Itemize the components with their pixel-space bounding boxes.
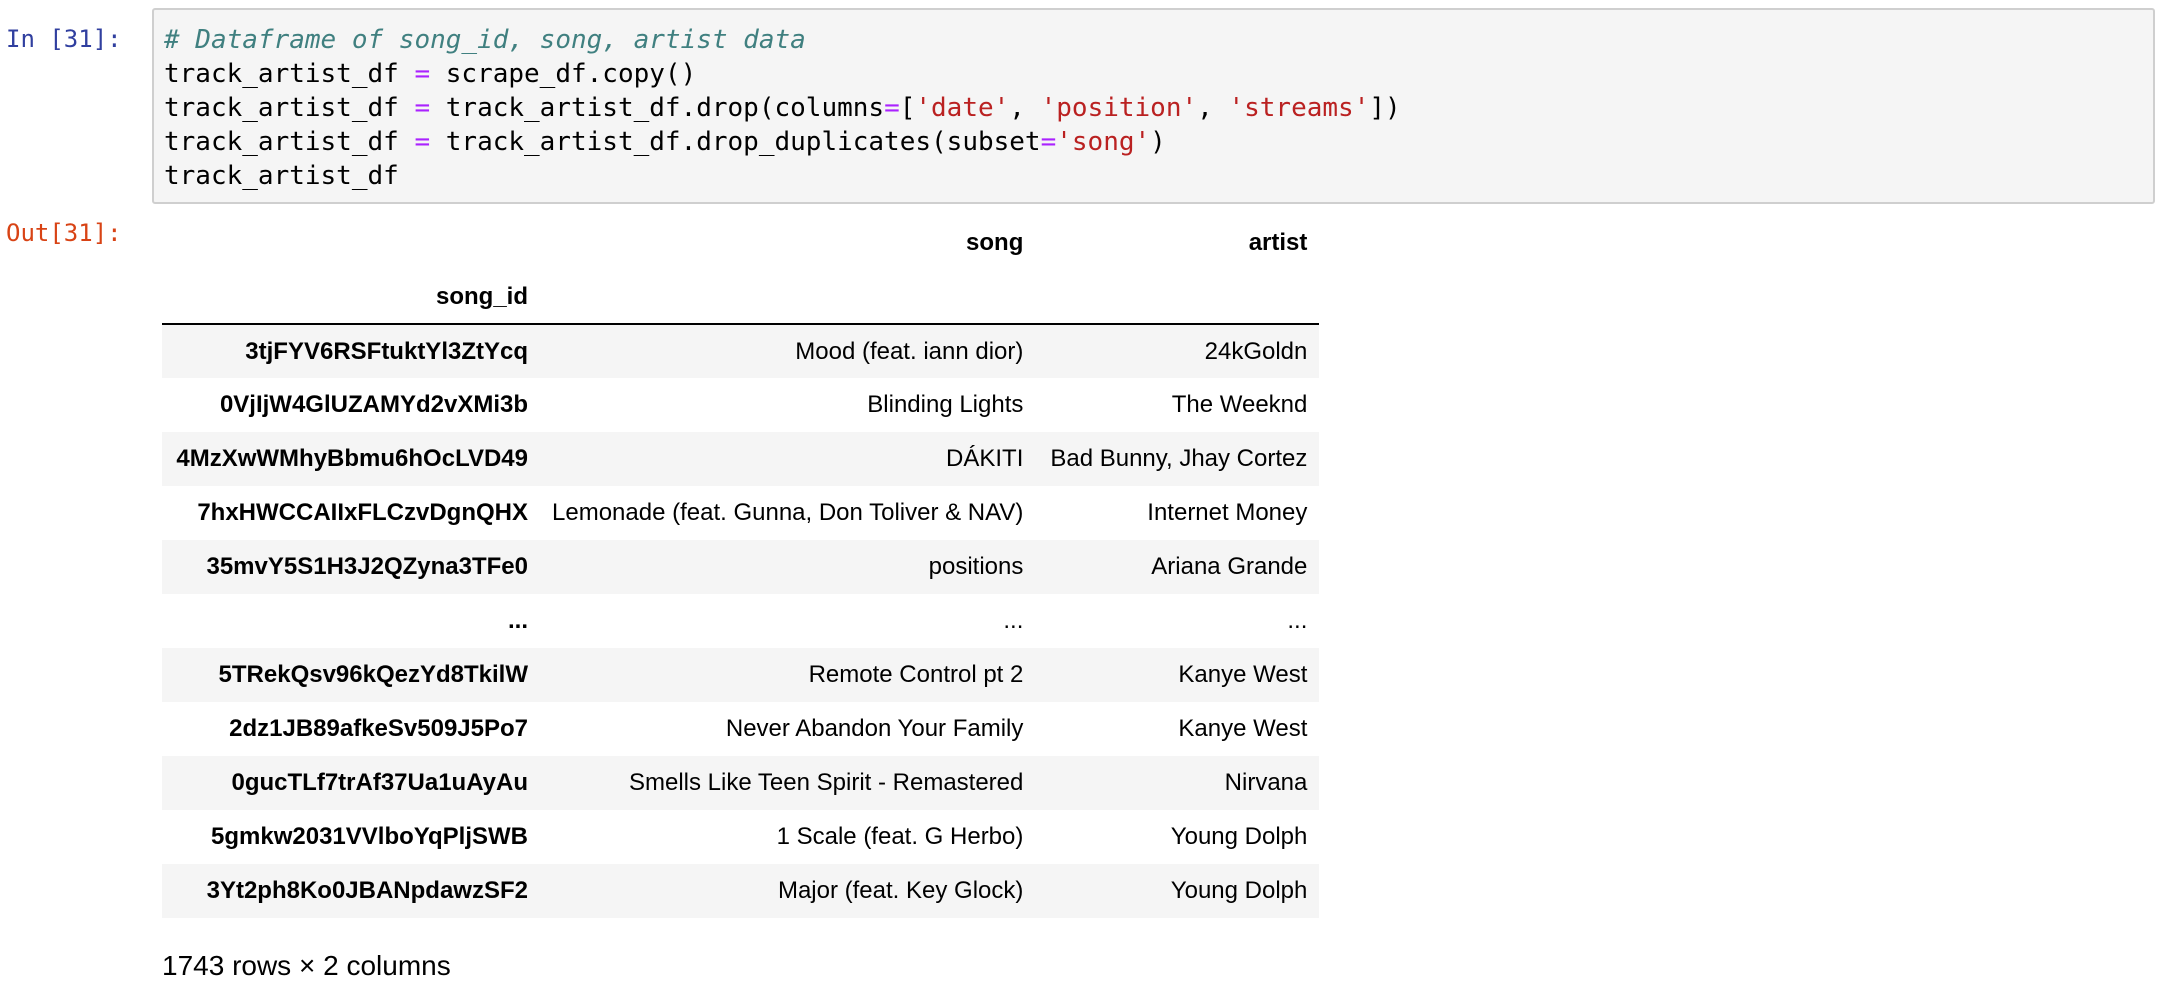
index-name: song_id [162, 270, 540, 325]
code-line: track_artist_df = scrape_df.copy() [164, 57, 2143, 91]
code-token: = [884, 93, 900, 123]
code-line: track_artist_df [164, 159, 2143, 193]
row-index-song-id: 7hxHWCCAIIxFLCzvDgnQHX [197, 499, 528, 526]
code-token: track_artist_df [164, 161, 399, 191]
code-token: 'streams' [1228, 93, 1370, 123]
table-row: ......... [162, 594, 1319, 648]
input-prompt: In [31]: [6, 25, 122, 53]
code-token: track_artist_df [164, 127, 415, 157]
cell-artist: The Weeknd [1171, 391, 1308, 418]
code-token: track_artist_df.drop_duplicates(subset [430, 127, 1041, 157]
cell-song: Remote Control pt 2 [808, 661, 1024, 688]
cell-song: Blinding Lights [867, 391, 1024, 418]
code-token: = [414, 93, 431, 123]
cell-artist: Young Dolph [1170, 823, 1308, 850]
index-name-row: song_id [162, 270, 1320, 325]
table-row: 7hxHWCCAIIxFLCzvDgnQHX Lemonade (feat. Gu… [162, 486, 1319, 540]
code-token: # Dataframe of song_id, song, artist dat… [164, 25, 806, 55]
row-index-song-id: 3tjFYV6RSFtuktYl3ZtYcq [245, 337, 528, 365]
code-token: , [1197, 93, 1229, 123]
table-row: 3Yt2ph8Ko0JBANpdawzSF2 Major (feat. Key G… [162, 864, 1320, 918]
row-index-song-id: ... [507, 607, 528, 634]
code-token: track_artist_df.drop(columns [430, 93, 885, 123]
table-row: 4MzXwWMhyBbmu6hOcLVD49 DÁKITI Bad Bunny, J… [162, 432, 1320, 486]
table-row: 5gmkw2031VVlboYqPljSWB 1 Scale (feat. G H… [162, 810, 1319, 864]
cell-artist: 24kGoldn [1204, 337, 1308, 365]
code-token: = [414, 127, 431, 157]
column-header-row: song artist [162, 216, 1319, 270]
cell-song: Mood (feat. iann dior) [795, 337, 1024, 365]
cell-artist: Bad Bunny, Jhay Cortez [1050, 445, 1308, 472]
cell-song: 1 Scale (feat. G Herbo) [776, 823, 1024, 850]
cell-artist: Kanye West [1178, 715, 1308, 742]
code-cell-input[interactable]: # Dataframe of song_id, song, artist dat… [152, 8, 2155, 204]
code-token: = [414, 59, 431, 89]
table-row: 0gucTLf7trAf37Ua1uAyAu Smells Like Teen S… [162, 756, 1320, 810]
row-index-song-id: 5TRekQsv96kQezYd8TkilW [218, 661, 528, 688]
table-row: 5TRekQsv96kQezYd8TkilW Remote Control pt … [162, 648, 1320, 702]
cell-artist: Kanye West [1178, 661, 1308, 688]
cell-song: ... [1003, 607, 1024, 634]
cell-artist: Young Dolph [1170, 877, 1308, 904]
row-index-song-id: 5gmkw2031VVlboYqPljSWB [211, 823, 528, 850]
code-line: track_artist_df = track_artist_df.drop(c… [164, 91, 2143, 125]
cell-song: positions [928, 553, 1024, 580]
cell-song: DÁKITI [946, 445, 1024, 472]
code-token: scrape_df.copy() [430, 59, 697, 89]
table-row: 3tjFYV6RSFtuktYl3ZtYcq Mood (feat. iann d… [162, 324, 1320, 378]
cell-artist: ... [1287, 607, 1308, 634]
code-line: track_artist_df = track_artist_df.drop_d… [164, 125, 2143, 159]
code-token: track_artist_df [164, 93, 415, 123]
dataframe-shape: 1743 rows × 2 columns [162, 950, 451, 981]
code-token: [ [899, 93, 916, 123]
output-prompt: Out[31]: [6, 219, 122, 247]
code-token: 'song' [1056, 127, 1151, 157]
code-token: = [1040, 127, 1057, 157]
table-row: 0VjIjW4GlUZAMYd2vXMi3b Blinding Lights The… [162, 378, 1319, 432]
cell-song: Smells Like Teen Spirit - Remastered [628, 769, 1024, 796]
code-token: track_artist_df [164, 59, 415, 89]
code-token: ) [1150, 127, 1166, 157]
table-row: 35mvY5S1H3J2QZyna3TFe0 positions Ariana Gr… [162, 540, 1320, 594]
index-name-blank [1035, 270, 1320, 325]
row-index-song-id: 4MzXwWMhyBbmu6hOcLVD49 [176, 445, 528, 472]
code-token: , [1009, 93, 1041, 123]
index-header-blank [162, 216, 540, 270]
cell-song: Lemonade (feat. Gunna, Don Toliver & NAV… [552, 499, 1024, 526]
code-token: ]) [1369, 93, 1401, 123]
row-index-song-id: 35mvY5S1H3J2QZyna3TFe0 [206, 553, 528, 580]
row-index-song-id: 2dz1JB89afkeSv509J5Po7 [229, 715, 528, 742]
code-token: 'date' [915, 93, 1010, 123]
dataframe-output: song artist song_id 3tjFYV6RSFtuktYl3ZtY… [162, 216, 1320, 918]
dataframe-table: song artist song_id 3tjFYV6RSFtuktYl3ZtY… [162, 216, 1320, 918]
row-index-song-id: 0gucTLf7trAf37Ua1uAyAu [231, 769, 529, 796]
row-index-song-id: 0VjIjW4GlUZAMYd2vXMi3b [219, 391, 528, 418]
index-name-blank [540, 270, 1036, 325]
code-line: # Dataframe of song_id, song, artist dat… [164, 23, 2143, 57]
code-token: 'position' [1040, 93, 1198, 123]
cell-artist: Nirvana [1224, 769, 1308, 796]
column-header-artist: artist [1248, 229, 1308, 256]
cell-song: Never Abandon Your Family [725, 715, 1024, 742]
column-header-song: song [966, 229, 1024, 256]
row-index-song-id: 3Yt2ph8Ko0JBANpdawzSF2 [206, 877, 528, 904]
cell-artist: Ariana Grande [1151, 553, 1308, 580]
cell-artist: Internet Money [1147, 499, 1308, 526]
table-row: 2dz1JB89afkeSv509J5Po7 Never Abandon Your… [162, 702, 1319, 756]
cell-song: Major (feat. Key Glock) [777, 877, 1024, 904]
